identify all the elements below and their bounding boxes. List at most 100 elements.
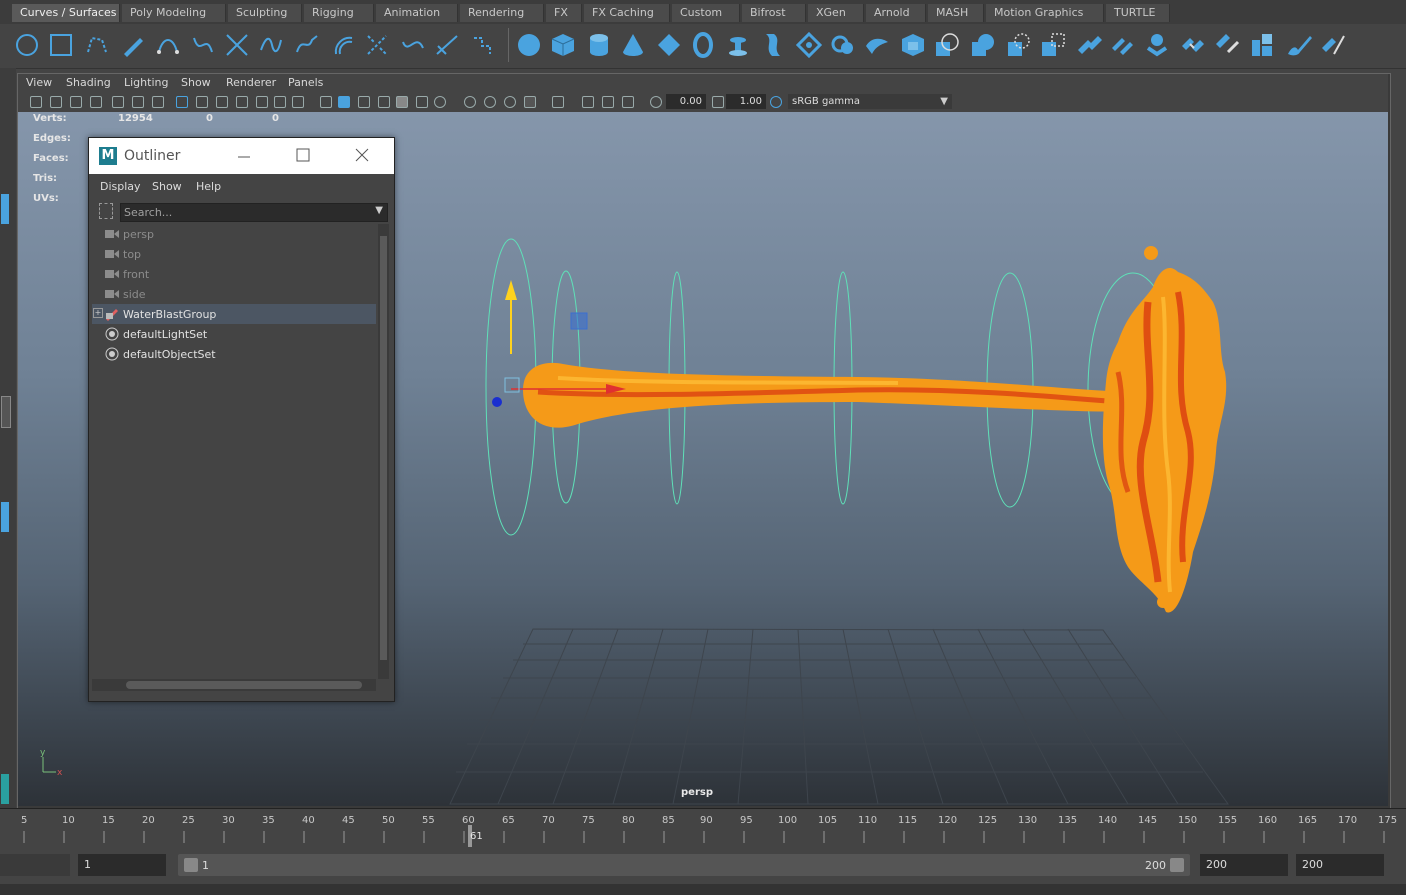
outliner-menu-show[interactable]: Show [152, 180, 182, 193]
wireframe-on-shaded-icon[interactable] [378, 96, 390, 108]
use-all-lights-icon[interactable] [416, 96, 428, 108]
shelf-tab-bifrost[interactable]: Bifrost [742, 4, 806, 22]
outliner-vertical-scrollbar[interactable] [378, 224, 389, 679]
color-management-icon[interactable] [770, 96, 782, 108]
xray-active-icon[interactable] [602, 96, 614, 108]
shelf-tab-mash[interactable]: MASH [928, 4, 984, 22]
planar-icon[interactable] [796, 32, 822, 58]
gate-mask-icon[interactable] [236, 96, 248, 108]
project-curve-icon[interactable] [934, 32, 960, 58]
shelf-tab-arnold[interactable]: Arnold [866, 4, 926, 22]
film-gate-icon[interactable] [196, 96, 208, 108]
outliner-title-bar[interactable]: M Outliner [89, 138, 394, 174]
close-icon[interactable] [355, 148, 369, 162]
bezier-curve-icon[interactable] [190, 32, 216, 58]
shelf-tab-xgen[interactable]: XGen [808, 4, 864, 22]
outliner-item-waterblastgroup[interactable]: + WaterBlastGroup [92, 304, 376, 324]
horizontal-scroll-thumb[interactable] [126, 681, 362, 689]
shelf-tab-motion-graphics[interactable]: Motion Graphics [986, 4, 1104, 22]
shelf-tab-sculpting[interactable]: Sculpting [228, 4, 302, 22]
detach-curve-icon[interactable] [470, 32, 496, 58]
grid-toggle-icon[interactable] [176, 96, 188, 108]
outliner-item-side[interactable]: side [92, 284, 376, 304]
shelf-tab-turtle[interactable]: TURTLE [1106, 4, 1170, 22]
select-camera-icon[interactable] [30, 96, 42, 108]
rebuild-curve-icon[interactable] [364, 32, 390, 58]
revolve-icon[interactable] [725, 32, 751, 58]
untrim-icon[interactable] [1040, 32, 1066, 58]
nurbs-square-icon[interactable] [48, 32, 74, 58]
nurbs-cone-icon[interactable] [620, 32, 646, 58]
animation-end-field[interactable]: 200 [1296, 854, 1384, 876]
shelf-tab-curves-surfaces[interactable]: Curves / Surfaces [12, 4, 120, 22]
nurbs-circle-icon[interactable] [14, 32, 40, 58]
nurbs-plane-icon[interactable] [656, 32, 682, 58]
smooth-shade-icon[interactable] [338, 96, 350, 108]
shelf-tab-fx-caching[interactable]: FX Caching [584, 4, 670, 22]
viewport-menu-panels[interactable]: Panels [288, 76, 323, 89]
shelf-tab-animation[interactable]: Animation [376, 4, 458, 22]
layout-outliner-icon[interactable] [1, 502, 9, 532]
layout-single-icon[interactable] [1, 396, 11, 428]
attach-surfaces-icon[interactable] [1076, 32, 1102, 58]
viewport-menu-renderer[interactable]: Renderer [226, 76, 276, 89]
range-slider[interactable]: 1 200 [178, 854, 1190, 876]
outliner-item-defaultlightset[interactable]: defaultLightSet [92, 324, 376, 344]
open-close-surfaces-icon[interactable] [1144, 32, 1170, 58]
outliner-menu-help[interactable]: Help [196, 180, 221, 193]
shelf-tab-rendering[interactable]: Rendering [460, 4, 544, 22]
outliner-item-persp[interactable]: persp [92, 224, 376, 244]
multisample-aa-icon[interactable] [504, 96, 516, 108]
filter-icon[interactable] [99, 203, 113, 219]
nurbs-cylinder-icon[interactable] [586, 32, 612, 58]
outliner-menu-display[interactable]: Display [100, 180, 141, 193]
nurbs-sphere-icon[interactable] [516, 32, 542, 58]
shelf-tab-poly-modeling[interactable]: Poly Modeling [122, 4, 226, 22]
2d-pan-zoom-icon[interactable] [132, 96, 144, 108]
bookmark-icon[interactable] [70, 96, 82, 108]
loft-icon[interactable] [760, 32, 786, 58]
exposure-icon[interactable] [650, 96, 662, 108]
maximize-icon[interactable] [296, 148, 310, 162]
reverse-curve-icon[interactable] [400, 32, 426, 58]
view-transform-dropdown[interactable]: sRGB gamma ▼ [788, 94, 952, 109]
shelf-tab-fx[interactable]: FX [546, 4, 582, 22]
viewport-menu-show[interactable]: Show [181, 76, 211, 89]
viewport-menu-shading[interactable]: Shading [66, 76, 111, 89]
detach-surfaces-icon[interactable] [1110, 32, 1136, 58]
outliner-horizontal-scrollbar[interactable] [92, 679, 376, 691]
minimize-icon[interactable] [237, 150, 251, 164]
outliner-item-top[interactable]: top [92, 244, 376, 264]
outliner-item-defaultobjectset[interactable]: defaultObjectSet [92, 344, 376, 364]
field-chart-icon[interactable] [256, 96, 268, 108]
viewport-menu-lighting[interactable]: Lighting [124, 76, 168, 89]
nurbs-torus-icon[interactable] [690, 32, 716, 58]
range-start-handle[interactable] [184, 858, 198, 872]
resolution-gate-icon[interactable] [216, 96, 228, 108]
gamma-field[interactable]: 1.00 [726, 94, 766, 109]
isolate-select-icon[interactable] [552, 96, 564, 108]
curve-intersect-icon[interactable] [224, 32, 250, 58]
trim-tool-icon[interactable] [1006, 32, 1032, 58]
surface-editing-icon[interactable] [1320, 32, 1346, 58]
select-tool-icon[interactable] [1, 194, 9, 224]
safe-action-icon[interactable] [274, 96, 286, 108]
cv-curve-icon[interactable] [84, 32, 110, 58]
viewport-menu-view[interactable]: View [26, 76, 52, 89]
shelf-tab-rigging[interactable]: Rigging [304, 4, 374, 22]
time-slider[interactable]: 5 10 15 20 25 30 35 40 45 50 55 60 65 70… [0, 808, 1406, 849]
shelf-tab-custom[interactable]: Custom [672, 4, 740, 22]
outliner-item-front[interactable]: front [92, 264, 376, 284]
search-options-icon[interactable]: ▼ [375, 205, 383, 216]
outliner-search-input[interactable]: Search... ▼ [120, 203, 388, 222]
gamma-icon[interactable] [712, 96, 724, 108]
image-plane-icon[interactable] [90, 96, 102, 108]
vertical-scroll-thumb[interactable] [380, 236, 387, 660]
animation-start-field[interactable]: 1 [78, 854, 166, 876]
depth-of-field-icon[interactable] [524, 96, 536, 108]
sculpt-geometry-icon[interactable] [1286, 32, 1312, 58]
bevel-icon[interactable] [900, 32, 926, 58]
wireframe-icon[interactable] [320, 96, 332, 108]
quick-layout-icon[interactable] [1, 774, 9, 804]
ep-curve-icon[interactable] [155, 32, 181, 58]
